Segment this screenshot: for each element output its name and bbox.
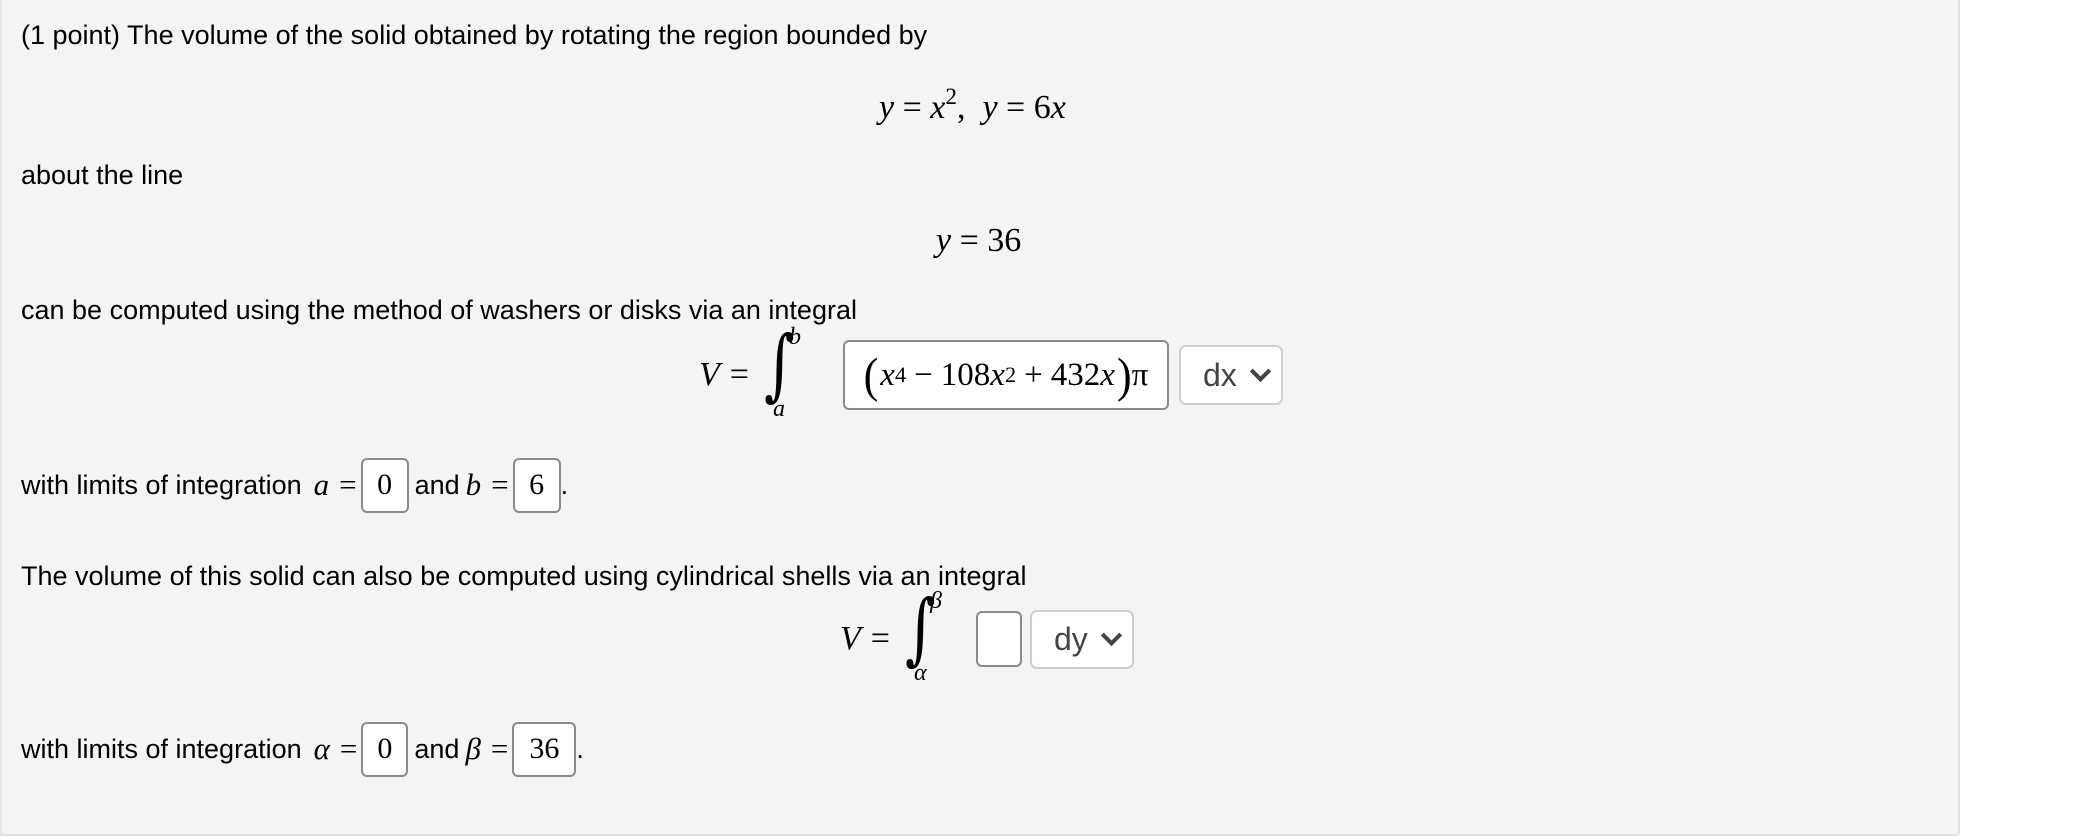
math-separator: , [956,88,966,126]
math-var: y [936,222,952,259]
integral-sign: ∫ β α [898,588,942,686]
upper-limit-var: b [465,467,482,502]
lower-limit-var: α [313,731,330,766]
lower-limit-var: a [313,467,330,502]
washers-differential-select[interactable]: dx [1178,345,1283,405]
paren-open: ( [863,348,879,402]
math-var: x [1050,88,1066,126]
lower-limit-alpha-input[interactable]: 0 [361,721,409,777]
math-number: 432 [1050,356,1101,393]
paren-close: ) [1116,348,1132,402]
math-constant: π [1131,356,1149,393]
math-var: x [880,356,895,393]
integral-sign: ∫ b a [757,324,801,422]
math-exponent: 4 [894,362,907,387]
math-var: x [930,88,946,126]
math-number: 108 [940,356,991,393]
select-value: dy [1053,620,1088,657]
lower-limit-label: α [913,660,927,686]
and-label: and [414,733,460,764]
math-number: 6 [1033,88,1051,126]
shells-differential-select[interactable]: dy [1029,609,1134,669]
math-var: x [990,356,1005,393]
axis-line-equation: y = 36 [936,224,1021,258]
washers-limits: with limits of integration a = 0 and b =… [21,457,568,513]
equals-sign: = [729,356,749,393]
chevron-down-icon [1100,624,1122,646]
bounding-curves-equation: y = x2, y = 6x [879,84,1066,126]
washers-integral: V = ∫ b a ( x4 − 108 x 2 + 432 x ) π dx [699,324,1283,422]
equals-sign: = [339,731,358,766]
volume-var: V [699,356,720,393]
select-value: dx [1202,356,1237,393]
math-op: = [1006,88,1026,126]
washers-integrand-input[interactable]: ( x4 − 108 x 2 + 432 x ) π [842,340,1169,410]
equals-sign: = [870,620,890,657]
math-op: = [902,88,922,126]
shells-limits: with limits of integration α = 0 and β =… [21,721,584,777]
math-op: − [914,356,933,393]
shells-integral: V = ∫ β α dy [840,588,1134,686]
problem-intro: (1 point) The volume of the solid obtain… [21,20,928,50]
math-number: 36 [987,222,1022,259]
volume-var: V [840,620,861,657]
washers-text: can be computed using the method of wash… [21,295,857,325]
lower-limit-label: a [772,396,785,422]
upper-limit-label: β [929,588,942,614]
and-label: and [414,469,460,500]
math-op: + [1024,356,1043,393]
shells-integrand-input[interactable] [975,611,1022,667]
math-var: y [879,88,895,126]
period: . [560,469,569,500]
equals-sign: = [491,467,509,502]
math-exponent: 2 [1004,362,1017,387]
period: . [576,733,584,764]
shells-text: The volume of this solid can also be com… [21,561,1027,591]
limits-label: with limits of integration [21,469,302,500]
problem-panel: (1 point) The volume of the solid obtain… [0,0,1960,836]
equals-sign: = [339,467,357,502]
chevron-down-icon [1249,360,1271,382]
upper-limit-b-input[interactable]: 6 [512,457,561,513]
upper-limit-var: β [465,731,481,766]
lower-limit-a-input[interactable]: 0 [360,457,409,513]
math-op: = [959,222,979,259]
math-exponent: 2 [945,84,957,110]
limits-label: with limits of integration [21,733,302,764]
math-var: y [982,88,998,126]
upper-limit-beta-input[interactable]: 36 [512,721,577,777]
about-text: about the line [21,160,184,190]
math-var: x [1100,356,1115,393]
equals-sign: = [490,731,509,766]
upper-limit-label: b [788,324,801,350]
